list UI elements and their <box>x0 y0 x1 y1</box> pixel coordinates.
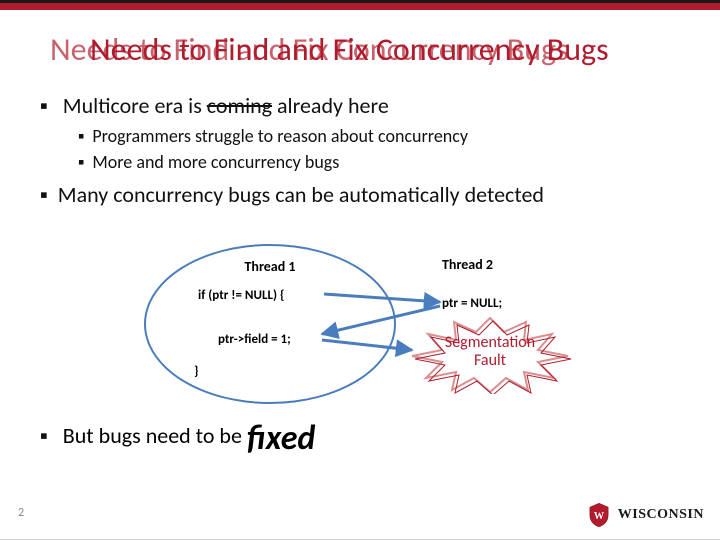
footer-logo: W WISCONSIN <box>586 502 704 528</box>
slide: Needs to Find and Fix Concurrency Bugs N… <box>0 0 720 540</box>
code-ptr-null: ptr = NULL; <box>442 296 502 311</box>
code-line-1: if (ptr != NULL) { <box>198 288 284 303</box>
thread1-label: Thread 1 <box>146 258 394 275</box>
footer-university: WISCONSIN <box>618 507 704 523</box>
interleaving-diagram: Thread 1 if (ptr != NULL) { ptr->field =… <box>144 244 584 404</box>
fault-label: Segmentation Fault <box>408 334 572 369</box>
top-bar <box>0 0 720 10</box>
bullet-list: Multicore era is coming already here Pro… <box>40 92 690 214</box>
bullet-1-strike: coming <box>207 92 272 119</box>
bullet-2: Many concurrency bugs can be automatical… <box>40 181 690 208</box>
svg-text:W: W <box>594 511 605 522</box>
bullet-1-pre: Multicore era is <box>63 92 207 119</box>
bullet-1-post: already here <box>272 92 389 119</box>
bullet-1-sub-1: Programmers struggle to reason about con… <box>78 125 690 147</box>
code-line-3: } <box>194 364 198 379</box>
fault-label-line2: Fault <box>474 351 506 370</box>
slide-title-layer-b: Needs to Find and Fix Concurrency Bugs <box>90 30 609 69</box>
fault-burst: Segmentation Fault <box>408 316 572 394</box>
bullet-1-subs: Programmers struggle to reason about con… <box>78 125 690 173</box>
bullet-3: But bugs need to be fixed <box>40 418 690 459</box>
bullet-3-fixed: fixed <box>247 418 315 459</box>
thread2-label: Thread 2 <box>442 256 493 273</box>
page-number: 2 <box>18 506 24 520</box>
bullet-3-pre: But bugs need to be <box>63 422 247 449</box>
thread1-oval: Thread 1 if (ptr != NULL) { ptr->field =… <box>144 244 396 404</box>
fault-label-line1: Segmentation <box>445 333 535 352</box>
code-line-2: ptr->field = 1; <box>218 332 291 347</box>
bullet-1-sub-2: More and more concurrency bugs <box>78 151 690 173</box>
crest-icon: W <box>586 502 612 528</box>
top-bar-red <box>0 3 720 10</box>
bullet-1: Multicore era is coming already here <box>40 92 690 119</box>
